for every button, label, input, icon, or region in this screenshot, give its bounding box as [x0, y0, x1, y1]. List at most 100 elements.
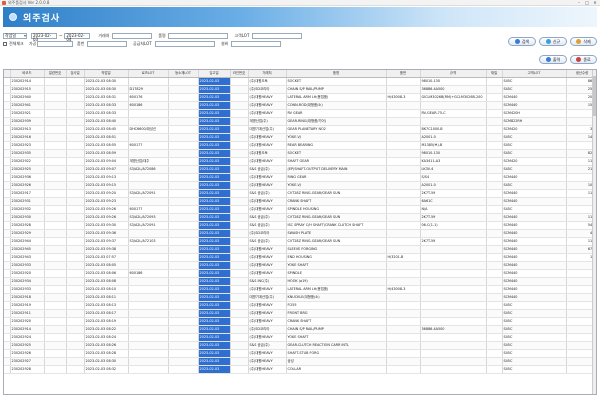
- table-cell[interactable]: [44, 221, 67, 230]
- table-cell[interactable]: [230, 197, 249, 206]
- table-cell[interactable]: 2023-02-03 08:51: [84, 133, 129, 142]
- table-cell[interactable]: 2023-02-03 08:08: [84, 277, 129, 286]
- table-cell[interactable]: [128, 333, 169, 342]
- table-cell[interactable]: D17829: [128, 85, 169, 94]
- table-cell[interactable]: [44, 117, 67, 126]
- table-cell[interactable]: [420, 285, 487, 294]
- table-cell[interactable]: [386, 229, 421, 238]
- table-cell[interactable]: (주)SD코리아: [248, 229, 287, 238]
- table-cell[interactable]: [230, 349, 249, 358]
- table-cell[interactable]: 230202945: [10, 245, 45, 254]
- table-cell[interactable]: [386, 309, 421, 318]
- date-type-select[interactable]: 작업일: [3, 32, 27, 39]
- table-cell[interactable]: SCM440: [502, 93, 567, 102]
- table-cell[interactable]: [420, 245, 487, 254]
- table-row[interactable]: 230202939 2023-02-03 08:40 2023-02-03 계명산업(…: [4, 117, 596, 126]
- table-cell[interactable]: [486, 133, 503, 142]
- owner-input[interactable]: [37, 40, 73, 47]
- table-cell[interactable]: [44, 253, 67, 262]
- table-cell[interactable]: [66, 245, 85, 254]
- table-cell[interactable]: [168, 277, 199, 286]
- table-cell[interactable]: [230, 245, 249, 254]
- table-cell[interactable]: [230, 173, 249, 182]
- table-cell[interactable]: [168, 117, 199, 126]
- table-cell[interactable]: [44, 285, 67, 294]
- table-cell[interactable]: [230, 277, 249, 286]
- table-cell[interactable]: [168, 237, 199, 246]
- table-cell[interactable]: [486, 269, 503, 278]
- table-cell[interactable]: SOCKET: [286, 149, 387, 158]
- table-cell[interactable]: 2023-02-03: [198, 133, 231, 142]
- table-cell[interactable]: [420, 309, 487, 318]
- column-header[interactable]: 로즈LOT: [128, 70, 169, 78]
- table-cell[interactable]: 2023-02-03: [198, 341, 231, 350]
- table-row[interactable]: 230202945 2023-02-03 09:38 2023-02-03 (주)대원…: [4, 245, 596, 254]
- table-row[interactable]: 230202918 2023-02-03 08:11 2023-02-03 대명기계산…: [4, 293, 596, 302]
- table-cell[interactable]: KNUCKLE(대형품/소): [286, 293, 387, 302]
- close-window-icon[interactable]: ✕: [592, 0, 598, 5]
- table-cell[interactable]: 230202928: [10, 221, 45, 230]
- table-cell[interactable]: [66, 85, 85, 94]
- table-cell[interactable]: [168, 101, 199, 110]
- table-cell[interactable]: S45C: [502, 333, 567, 342]
- table-row[interactable]: 230202940 2023-02-03 08:31 600176 2023-02-0…: [4, 93, 596, 102]
- table-cell[interactable]: [128, 357, 169, 366]
- table-cell[interactable]: 2023-02-03: [198, 93, 231, 102]
- table-cell[interactable]: [66, 93, 85, 102]
- table-cell[interactable]: 계명산업/대주: [128, 157, 169, 166]
- table-cell[interactable]: 230202940: [10, 93, 45, 102]
- table-cell[interactable]: [168, 269, 199, 278]
- table-cell[interactable]: 2023-02-03: [198, 285, 231, 294]
- table-row[interactable]: 230202928 2023-02-03 09:30 S3/A2L/A72091 20…: [4, 221, 596, 230]
- table-row[interactable]: 230202930 2023-02-03 09:26 S3/A2L/A72093 20…: [4, 213, 596, 222]
- inspection-grid[interactable]: 바코드 일련번호 검사일 작업일 로즈LOT 등소재LOT 입고일 라인번호 거래처 품명 품번 규격…: [3, 69, 597, 395]
- table-cell[interactable]: SPINDLE HOUSING: [286, 205, 387, 214]
- table-cell[interactable]: 2023-02-03 09:23: [84, 197, 129, 206]
- table-cell[interactable]: [128, 253, 169, 262]
- vertical-scrollbar[interactable]: [592, 70, 596, 394]
- table-cell[interactable]: [230, 205, 249, 214]
- table-cell[interactable]: 98010-130: [420, 77, 487, 86]
- table-cell[interactable]: [128, 365, 169, 374]
- all-check-checkbox[interactable]: [3, 41, 7, 46]
- table-cell[interactable]: 2023-02-03: [198, 205, 231, 214]
- client-input[interactable]: [112, 32, 153, 39]
- table-cell[interactable]: [168, 149, 199, 158]
- table-cell[interactable]: [168, 165, 199, 174]
- table-cell[interactable]: 2023-02-03 09:15: [84, 181, 129, 190]
- table-cell[interactable]: [128, 285, 169, 294]
- table-cell[interactable]: (주)대원HEAVY: [248, 173, 287, 182]
- table-cell[interactable]: [168, 109, 199, 118]
- table-cell[interactable]: 2023-02-03 09:26: [84, 205, 129, 214]
- table-cell[interactable]: SCM440: [502, 269, 567, 278]
- table-cell[interactable]: [128, 301, 169, 310]
- table-cell[interactable]: [486, 173, 503, 182]
- table-cell[interactable]: [420, 317, 487, 326]
- table-cell[interactable]: [386, 357, 421, 366]
- table-cell[interactable]: 계명산업(주): [248, 117, 287, 126]
- table-cell[interactable]: [486, 141, 503, 150]
- table-cell[interactable]: 230202918: [10, 293, 45, 302]
- table-cell[interactable]: 2023-02-03 08:59: [84, 149, 129, 158]
- table-cell[interactable]: 230202941: [10, 101, 45, 110]
- table-cell[interactable]: [168, 85, 199, 94]
- table-cell[interactable]: 06-C(1-1): [420, 221, 487, 230]
- table-cell[interactable]: [386, 277, 421, 286]
- item-input[interactable]: [168, 32, 229, 39]
- table-cell[interactable]: S45C: [502, 349, 567, 358]
- table-cell[interactable]: 2023-02-03 08:06: [84, 269, 129, 278]
- table-cell[interactable]: [44, 245, 67, 254]
- customer-lot-input[interactable]: [252, 32, 303, 39]
- table-cell[interactable]: [168, 245, 199, 254]
- table-cell[interactable]: 2023-02-03: [198, 333, 231, 342]
- table-cell[interactable]: [486, 85, 503, 94]
- table-cell[interactable]: [168, 125, 199, 134]
- table-cell[interactable]: [420, 365, 487, 374]
- table-cell[interactable]: [128, 149, 169, 158]
- table-cell[interactable]: (EP)SHAFT-OUTPUT DELIVERY MAIN: [286, 165, 387, 174]
- table-row[interactable]: 230202936 2023-02-03 09:13 2023-02-03 (주)대원…: [4, 173, 596, 182]
- table-cell[interactable]: GICLM3026B(RM)+GCLM3026B-200: [420, 93, 487, 102]
- table-cell[interactable]: [44, 197, 67, 206]
- table-cell[interactable]: [44, 93, 67, 102]
- table-cell[interactable]: [44, 101, 67, 110]
